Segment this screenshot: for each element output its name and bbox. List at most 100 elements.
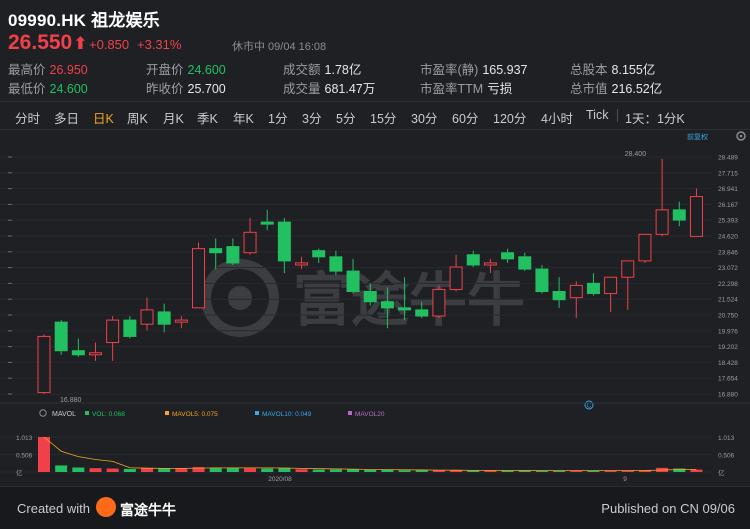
y-tick-label: 16.880: [718, 392, 738, 399]
legend-swatch: [165, 411, 169, 415]
created-with-text: Created with: [17, 501, 90, 516]
candle-up: [569, 284, 583, 299]
max-price-label: 28.400: [625, 151, 647, 158]
stat-market-cap: 总市值 216.52亿: [570, 82, 663, 96]
y-tick-label: 18.428: [718, 360, 738, 367]
tab-separator: [617, 109, 618, 122]
volume-y-tick-right: 0.506: [718, 453, 735, 460]
y-tick-label: 26.167: [718, 202, 738, 209]
footer: Created with 富途牛牛 Published on CN 09/06: [0, 486, 750, 529]
y-tick-label: 26.941: [718, 186, 738, 193]
mavol5-line: [43, 436, 697, 472]
y-tick-label: 22.298: [718, 281, 738, 288]
candle-down: [54, 321, 68, 352]
candle-up: [295, 262, 309, 266]
tab-quarter-k[interactable]: 季K: [197, 108, 218, 127]
indicator-legend: MAVOL VOL: 0.068 MAVOL5: 0.075 MAVOL10: 0.…: [39, 409, 385, 418]
candle-down: [535, 268, 549, 293]
tab-60min[interactable]: 60分: [452, 108, 478, 127]
stock-title: 09990.HK 祖龙娱乐: [8, 11, 160, 30]
up-arrow-icon: ⬆: [73, 34, 88, 53]
candle-down: [466, 254, 480, 266]
volume-bar: [106, 468, 119, 472]
volume-bar: [312, 469, 325, 472]
volume-y-tick-left: 亿: [16, 468, 23, 477]
candle-down: [71, 350, 85, 356]
settings-gear-icon[interactable]: [736, 131, 746, 141]
tab-4hour[interactable]: 4小时: [541, 108, 573, 127]
candle-down: [260, 221, 274, 225]
volume-bar: [398, 470, 411, 472]
volume-bar: [175, 468, 188, 472]
tab-15min[interactable]: 15分: [370, 108, 396, 127]
period-tabs: 分时 多日 日K 周K 月K 季K 年K 1分 3分 5分 15分 30分 60…: [0, 101, 750, 130]
stat-total-shares: 总股本 8.155亿: [570, 63, 656, 77]
tab-1min[interactable]: 1分: [268, 108, 287, 127]
y-tick-label: 23.072: [718, 265, 738, 272]
legend-swatch: [348, 411, 352, 415]
candle-down: [123, 319, 137, 337]
y-tick-label: 27.715: [718, 170, 738, 177]
watermark-logo-dot-icon: [228, 286, 252, 310]
candle-down: [346, 270, 360, 293]
y-tick-label: 17.654: [718, 376, 738, 383]
candle-up: [604, 276, 618, 295]
candle-up: [192, 248, 206, 309]
tab-year-k[interactable]: 年K: [233, 108, 254, 127]
y-tick-label: 28.489: [718, 155, 738, 162]
volume-y-tick-right: 1.013: [718, 435, 735, 442]
tab-5min[interactable]: 5分: [336, 108, 355, 127]
stat-volume: 成交量 681.47万: [283, 82, 376, 96]
candle-up: [621, 260, 635, 278]
stat-prev-close: 昨收价 25.700: [146, 82, 226, 96]
stat-pe-ttm: 市盈率TTM 亏损: [420, 82, 513, 96]
volume-bar: [158, 468, 171, 472]
stat-high: 最高价 26.950: [8, 63, 88, 77]
candle-down: [398, 307, 412, 311]
candle-up: [432, 288, 446, 317]
y-tick-label: 19.976: [718, 328, 738, 335]
published-date: Published on CN 09/06: [601, 501, 735, 516]
stat-low: 最低价 24.600: [8, 82, 88, 96]
candle-down: [277, 221, 291, 262]
adjust-label[interactable]: 前复权: [687, 132, 708, 141]
volume-bar: [381, 469, 394, 472]
candle-up: [689, 196, 703, 237]
indicator-legend-item: MAVOL10: 0.049: [262, 411, 312, 418]
indicator-name[interactable]: MAVOL: [52, 411, 76, 418]
indicator-legend-item: MAVOL20: [355, 411, 385, 418]
candlestick-chart[interactable]: 富途牛牛 前复权 C 28.489 27.715 26.941 26.167 25.39…: [0, 129, 750, 485]
tab-week-k[interactable]: 周K: [127, 108, 148, 127]
tab-month-k[interactable]: 月K: [163, 108, 184, 127]
tab-tick[interactable]: Tick: [586, 108, 608, 122]
tab-30min[interactable]: 30分: [411, 108, 437, 127]
tab-day-k[interactable]: 日K: [93, 108, 114, 127]
candle-up: [89, 352, 103, 356]
stat-pe-static: 市盈率(静) 165.937: [420, 63, 528, 77]
volume-bar: [673, 468, 686, 472]
y-tick-label: 20.750: [718, 313, 738, 320]
volume-bar: [415, 470, 428, 472]
copyright-icon: C: [584, 400, 594, 410]
candle-up: [449, 266, 463, 290]
candle-down: [672, 209, 686, 221]
candle-down: [415, 309, 429, 317]
candle-down: [157, 311, 171, 325]
volume-bar: [244, 468, 257, 472]
volume-y-tick-left: 0.506: [16, 453, 33, 460]
indicator-settings-icon[interactable]: [39, 409, 47, 417]
tab-120min[interactable]: 120分: [493, 108, 526, 127]
candle-down: [518, 256, 532, 270]
futu-logo-icon: [96, 497, 116, 517]
tab-3min[interactable]: 3分: [302, 108, 321, 127]
tab-intraday[interactable]: 分时: [15, 108, 40, 127]
volume-bar: [55, 465, 68, 472]
volume-bar: [295, 469, 308, 472]
brand-name: 富途牛牛: [120, 502, 176, 518]
y-tick-label: 25.393: [718, 218, 738, 225]
tab-multi-day[interactable]: 多日: [54, 108, 79, 127]
volume-bar: [226, 467, 239, 472]
tab-1day-1min-k[interactable]: 1天：1分K: [625, 108, 685, 127]
volume-bar: [347, 469, 360, 472]
volume-bar: [38, 437, 50, 472]
